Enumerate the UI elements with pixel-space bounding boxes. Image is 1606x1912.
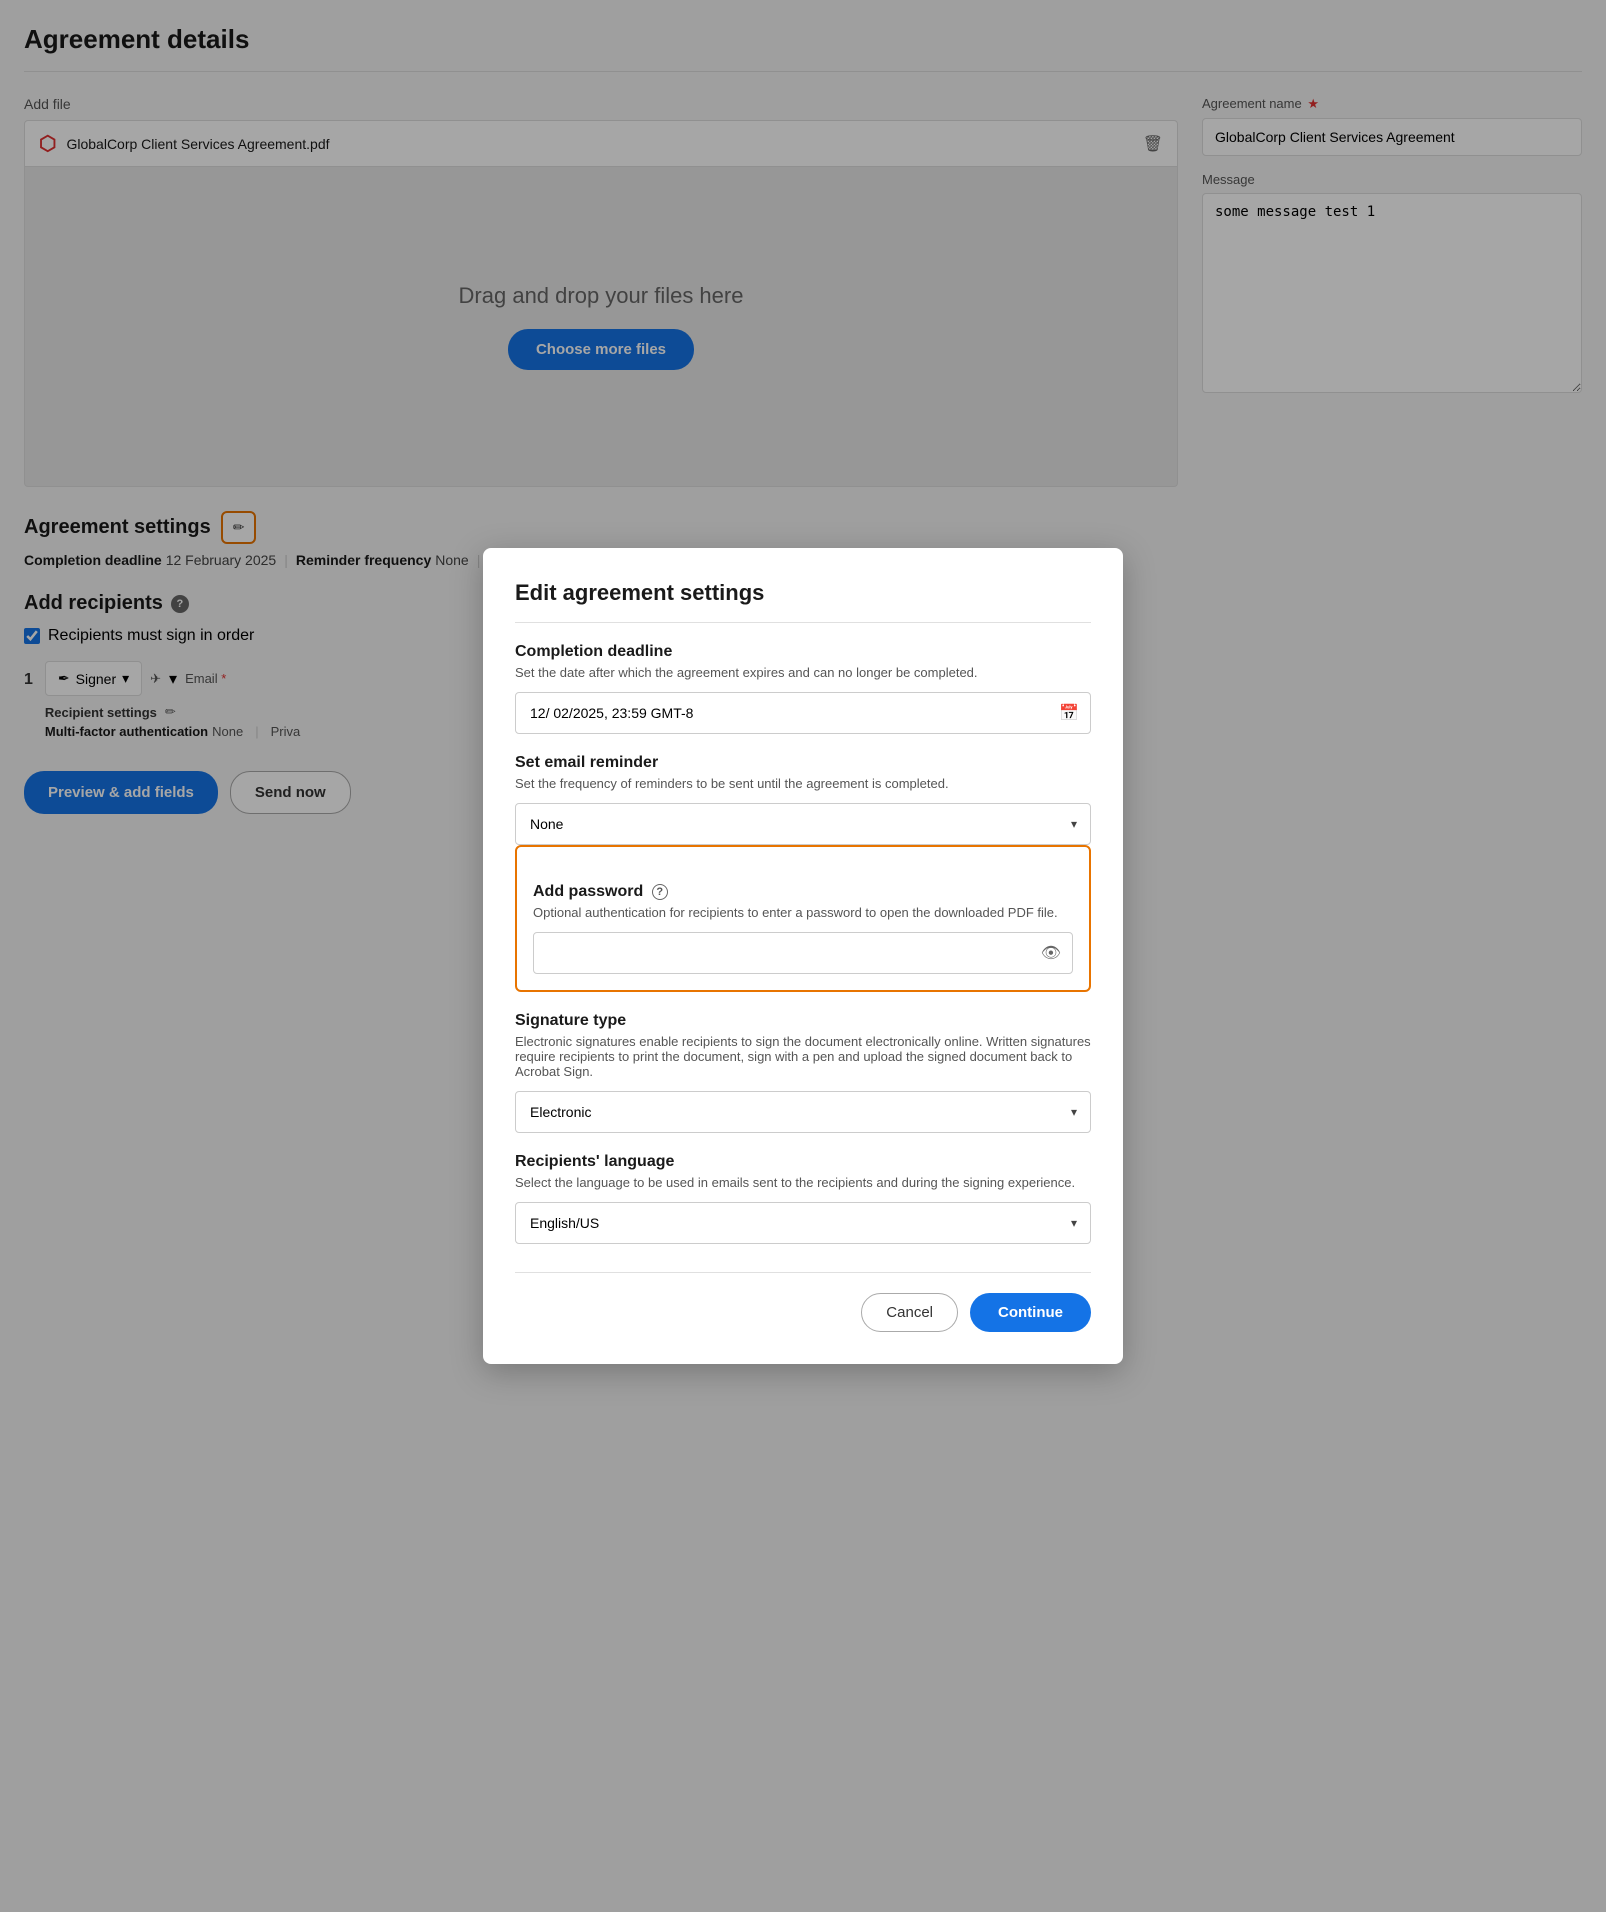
password-help-icon[interactable]: ? [652, 884, 668, 900]
add-password-title: Add password ? [533, 883, 1073, 901]
email-reminder-select[interactable]: None Every day Every week Every other we… [515, 803, 1091, 845]
edit-agreement-settings-modal: Edit agreement settings Completion deadl… [483, 548, 1123, 1364]
email-reminder-select-wrapper: None Every day Every week Every other we… [515, 803, 1091, 845]
recipients-language-section: Recipients' language Select the language… [515, 1153, 1091, 1244]
recipients-language-desc: Select the language to be used in emails… [515, 1175, 1091, 1190]
language-select-wrapper: English/US English/UK French German Span… [515, 1202, 1091, 1244]
modal-footer: Cancel Continue [515, 1272, 1091, 1332]
signature-type-section: Signature type Electronic signatures ena… [515, 1012, 1091, 1133]
password-input[interactable] [533, 932, 1073, 974]
modal-cancel-button[interactable]: Cancel [861, 1293, 958, 1332]
signature-type-select[interactable]: Electronic Written [515, 1091, 1091, 1133]
modal-overlay: Edit agreement settings Completion deadl… [0, 0, 1606, 1912]
completion-deadline-input-wrapper: 📅 [515, 692, 1091, 734]
completion-deadline-input[interactable] [515, 692, 1091, 734]
show-password-icon[interactable]: 👁 [1041, 943, 1061, 963]
completion-deadline-section: Completion deadline Set the date after w… [515, 643, 1091, 734]
modal-title: Edit agreement settings [515, 580, 1091, 623]
signature-type-desc: Electronic signatures enable recipients … [515, 1034, 1091, 1079]
email-reminder-desc: Set the frequency of reminders to be sen… [515, 776, 1091, 791]
add-password-section: Add password ? Optional authentication f… [515, 845, 1091, 992]
email-reminder-section: Set email reminder Set the frequency of … [515, 754, 1091, 845]
signature-type-select-wrapper: Electronic Written ▾ [515, 1091, 1091, 1133]
recipients-language-title: Recipients' language [515, 1153, 1091, 1171]
calendar-icon[interactable]: 📅 [1059, 703, 1079, 723]
modal-continue-button[interactable]: Continue [970, 1293, 1091, 1332]
email-reminder-title: Set email reminder [515, 754, 1091, 772]
completion-deadline-desc: Set the date after which the agreement e… [515, 665, 1091, 680]
password-input-wrapper: 👁 [533, 932, 1073, 974]
add-password-desc: Optional authentication for recipients t… [533, 905, 1073, 920]
completion-deadline-title: Completion deadline [515, 643, 1091, 661]
language-select[interactable]: English/US English/UK French German Span… [515, 1202, 1091, 1244]
signature-type-title: Signature type [515, 1012, 1091, 1030]
